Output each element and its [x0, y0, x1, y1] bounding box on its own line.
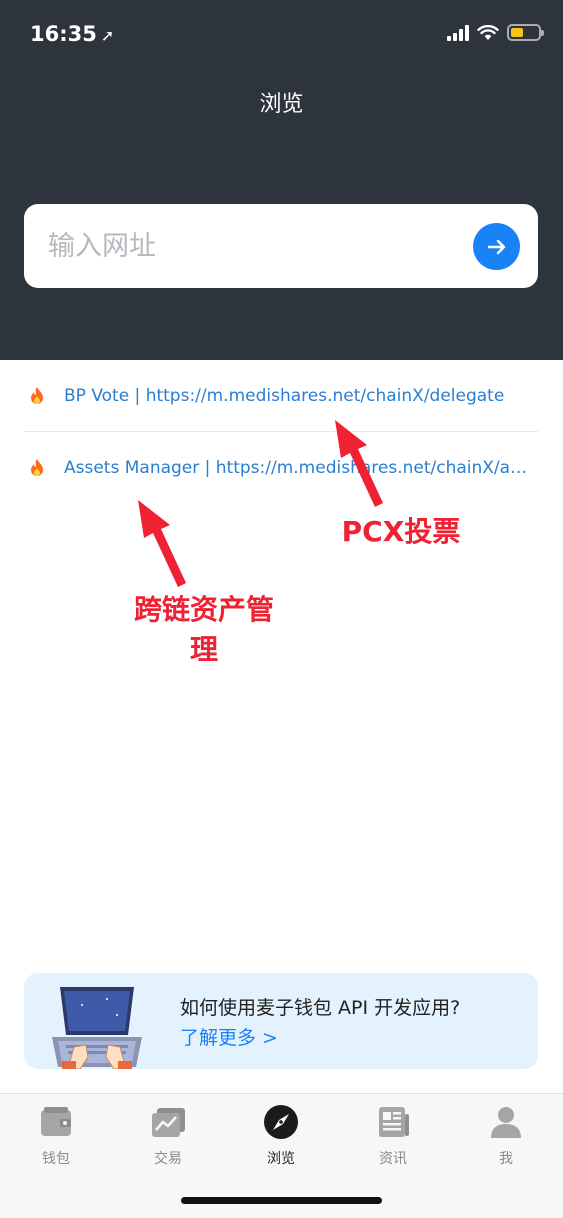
annotation-arrow-pcx	[335, 420, 383, 507]
trade-chart-icon	[152, 1108, 185, 1137]
wifi-icon	[477, 24, 499, 40]
compass-icon	[264, 1105, 298, 1139]
promo-title: 如何使用麦子钱包 API 开发应用?	[180, 997, 461, 1019]
arrow-right-icon	[487, 239, 505, 254]
list-item-label: Assets Manager | https://m.medishares.ne…	[64, 458, 534, 478]
status-time-text: 16:35	[30, 22, 97, 46]
learn-more-link[interactable]: 了解更多 >	[180, 1023, 278, 1050]
battery-icon	[507, 24, 544, 41]
tab-trade[interactable]: 交易	[128, 1104, 208, 1168]
location-arrow-icon: ➚	[100, 26, 115, 45]
tab-me[interactable]: 我	[466, 1104, 546, 1168]
status-icons	[447, 24, 544, 41]
annotation-cross-chain-asset: 跨链资产管 理	[133, 593, 274, 666]
tab-wallet[interactable]: 钱包	[16, 1104, 96, 1168]
tab-label: 浏览	[267, 1151, 295, 1167]
list-item-label: BP Vote | https://m.medishares.net/chain…	[64, 385, 505, 406]
profile-icon	[491, 1107, 521, 1138]
url-input[interactable]	[48, 224, 448, 268]
header: 16:35 ➚ 浏览	[0, 0, 563, 360]
fire-icon	[31, 386, 43, 404]
home-indicator	[181, 1197, 382, 1204]
go-button[interactable]	[473, 223, 520, 270]
news-icon	[379, 1107, 409, 1137]
fire-icon	[31, 459, 43, 476]
wallet-icon	[41, 1107, 71, 1136]
tab-browse[interactable]: 浏览	[241, 1104, 321, 1168]
annotation-arrow-assets	[138, 500, 186, 587]
search-box	[24, 204, 538, 288]
tab-label: 交易	[154, 1151, 182, 1167]
tab-label: 资讯	[379, 1151, 407, 1167]
tab-news[interactable]: 资讯	[353, 1104, 433, 1168]
annotation-pcx-vote: PCX投票	[341, 515, 461, 548]
tab-label: 我	[499, 1151, 513, 1167]
cellular-signal-icon	[447, 24, 469, 41]
promo-banner[interactable]: 如何使用麦子钱包 API 开发应用? 了解更多 >	[24, 973, 538, 1069]
dapp-list: BP Vote | https://m.medishares.net/chain…	[24, 360, 538, 504]
list-item-bp-vote[interactable]: BP Vote | https://m.medishares.net/chain…	[24, 360, 538, 432]
laptop-typing-illustration	[52, 987, 142, 1069]
tab-label: 钱包	[42, 1151, 70, 1167]
list-item-assets-manager[interactable]: Assets Manager | https://m.medishares.ne…	[24, 432, 538, 504]
page-title: 浏览	[259, 92, 304, 117]
status-time: 16:35 ➚	[30, 22, 114, 46]
